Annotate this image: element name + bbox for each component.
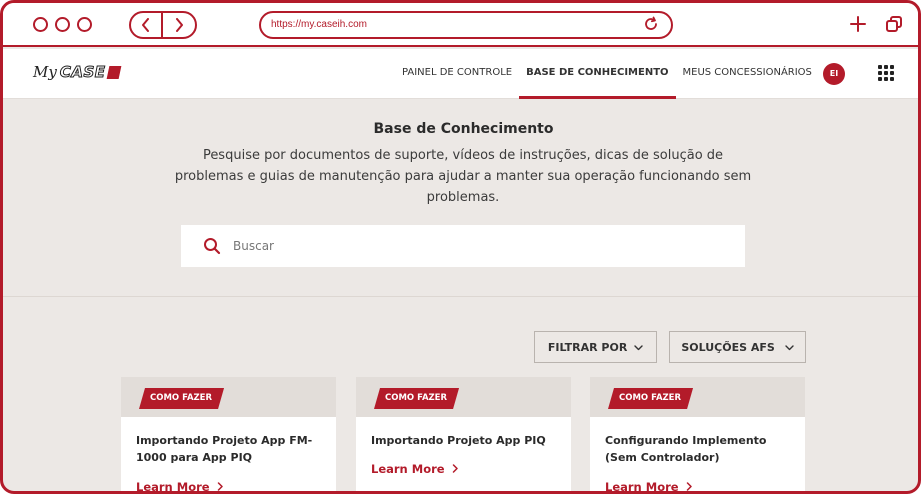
forward-arrow-icon[interactable] (173, 18, 185, 32)
chevron-right-icon (217, 482, 223, 491)
search-box (181, 225, 745, 267)
learn-more-link[interactable]: Learn More (605, 480, 693, 491)
article-card[interactable]: COMO FAZER Importando Projeto App FM-100… (121, 377, 336, 491)
card-title: Importando Projeto App FM-1000 para App … (136, 434, 313, 464)
chevron-down-icon (784, 345, 794, 351)
category-tag: COMO FAZER (374, 388, 459, 409)
browser-window: https://my.caseih.com My CASE PAINEL DE … (0, 0, 921, 494)
category-tag: COMO FAZER (139, 388, 224, 409)
window-minimize-dot[interactable] (55, 17, 70, 32)
nav-item-concessionarios[interactable]: MEUS CONCESSIONÁRIOS (676, 49, 819, 99)
browser-toolbar: https://my.caseih.com (3, 3, 918, 47)
url-text: https://my.caseih.com (271, 19, 367, 30)
solutions-afs-dropdown[interactable]: SOLUÇÕES AFS (669, 331, 806, 363)
user-avatar[interactable]: EI (823, 63, 845, 85)
chevron-right-icon (452, 464, 458, 473)
nav-item-painel[interactable]: PAINEL DE CONTROLE (395, 49, 519, 99)
chevron-right-icon (686, 482, 692, 491)
filter-by-dropdown[interactable]: FILTRAR POR (534, 331, 657, 363)
learn-more-link[interactable]: Learn More (136, 480, 224, 491)
category-tag: COMO FAZER (608, 388, 693, 409)
section-divider (3, 296, 918, 297)
window-maximize-dot[interactable] (77, 17, 92, 32)
card-header: COMO FAZER (356, 377, 571, 417)
mycaseih-logo[interactable]: My CASE (33, 63, 121, 82)
learn-more-link[interactable]: Learn More (371, 462, 459, 476)
back-arrow-icon[interactable] (140, 18, 152, 32)
new-tab-plus-icon[interactable] (849, 15, 867, 33)
history-nav (129, 11, 197, 39)
solutions-afs-label: SOLUÇÕES AFS (681, 341, 775, 354)
window-close-dot[interactable] (33, 17, 48, 32)
chevron-down-icon (634, 345, 643, 351)
filter-by-label: FILTRAR POR (547, 341, 628, 354)
article-card[interactable]: COMO FAZER Configurando Implemento (Sem … (590, 377, 805, 491)
tabs-overview-icon[interactable] (885, 15, 903, 33)
nav-item-base-conhecimento[interactable]: BASE DE CONHECIMENTO (519, 49, 676, 99)
card-title: Importando Projeto App PIQ (371, 434, 546, 447)
card-title: Configurando Implemento (Sem Controlador… (605, 434, 767, 464)
apps-grid-icon[interactable] (877, 64, 895, 82)
card-header: COMO FAZER (590, 377, 805, 417)
site-header: My CASE PAINEL DE CONTROLE BASE DE CONHE… (3, 49, 918, 99)
ih-emblem-icon (106, 65, 121, 79)
reload-icon[interactable] (643, 16, 659, 32)
card-header: COMO FAZER (121, 377, 336, 417)
main-nav: PAINEL DE CONTROLE BASE DE CONHECIMENTO … (395, 49, 819, 99)
article-card[interactable]: COMO FAZER Importando Projeto App PIQ Le… (356, 377, 571, 491)
search-input[interactable] (233, 235, 713, 257)
page-description: Pesquise por documentos de suporte, víde… (174, 148, 752, 205)
search-icon[interactable] (203, 237, 221, 255)
page-title: Base de Conhecimento (373, 121, 554, 137)
address-bar[interactable]: https://my.caseih.com (259, 11, 673, 39)
